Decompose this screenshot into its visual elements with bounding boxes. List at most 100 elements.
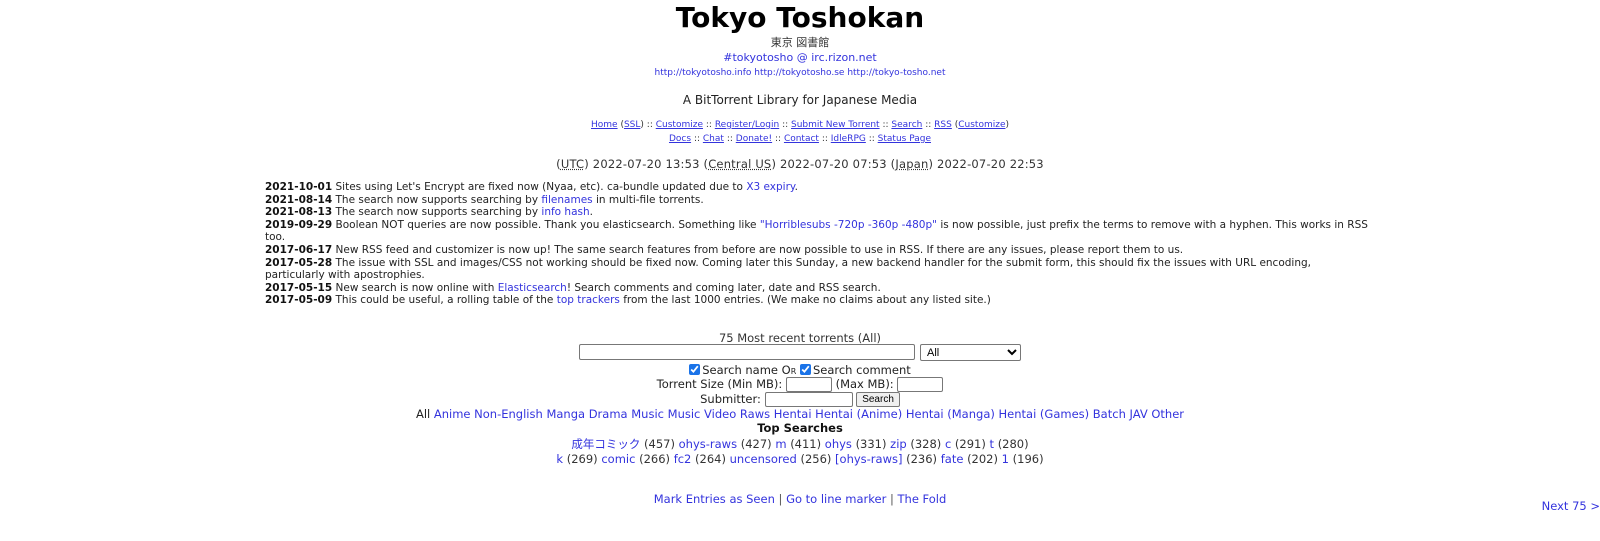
- top-search-count: (202): [967, 452, 998, 466]
- top-search-term[interactable]: uncensored: [730, 452, 797, 466]
- category-link[interactable]: Hentai (Games): [999, 407, 1090, 421]
- top-search-term[interactable]: ohys: [825, 437, 852, 451]
- nav-chat[interactable]: Chat: [703, 134, 724, 144]
- nav-separator: ::: [705, 120, 712, 130]
- top-search-term[interactable]: m: [775, 437, 786, 451]
- top-search-term[interactable]: t: [990, 437, 995, 451]
- submitter-row: Submitter: Search: [0, 392, 1600, 407]
- nav-contact[interactable]: Contact: [784, 134, 819, 144]
- nav-submit-torrent[interactable]: Submit New Torrent: [791, 120, 880, 130]
- nav-register-login[interactable]: Register/Login: [715, 120, 779, 130]
- mirror-link-info[interactable]: http://tokyotosho.info: [655, 68, 752, 78]
- central-us-label: Central US: [708, 157, 772, 171]
- nav-separator: ::: [693, 134, 701, 144]
- top-search-term[interactable]: comic: [601, 452, 635, 466]
- go-to-line-marker-link[interactable]: Go to line marker: [786, 492, 886, 506]
- top-search-term[interactable]: [ohys-raws]: [835, 452, 902, 466]
- category-link[interactable]: Drama: [589, 407, 628, 421]
- central-us-time: 2022-07-20 07:53: [779, 157, 887, 171]
- category-links: All Anime Non-English Manga Drama Music …: [0, 407, 1600, 421]
- top-search-term[interactable]: ohys-raws: [679, 437, 737, 451]
- next-page-link[interactable]: Next 75 >: [1542, 499, 1600, 513]
- mirror-link-net[interactable]: http://tokyo-tosho.net: [847, 68, 945, 78]
- search-button[interactable]: Search: [856, 392, 900, 407]
- news-text: This could be useful, a rolling table of…: [335, 294, 557, 307]
- news-text: ! Search comments and coming later, date…: [566, 281, 881, 294]
- category-link[interactable]: Non-English: [474, 407, 543, 421]
- news-item: 2017-05-15 New search is now online with…: [265, 282, 1370, 295]
- category-select[interactable]: All: [920, 344, 1021, 361]
- category-link[interactable]: Hentai (Anime): [815, 407, 902, 421]
- nav-rss[interactable]: RSS: [934, 120, 952, 130]
- nav-separator: ::: [925, 120, 932, 130]
- news-item: 2019-09-29 Boolean NOT queries are now p…: [265, 219, 1370, 244]
- top-search-count: (328): [910, 437, 942, 451]
- top-searches-row: 成年コミック (457) ohys-raws (427) m (411) ohy…: [0, 436, 1600, 452]
- news-link[interactable]: Elasticsearch: [498, 282, 567, 294]
- mark-entries-seen-link[interactable]: Mark Entries as Seen: [654, 492, 775, 506]
- search-row: All: [579, 344, 1039, 364]
- top-search-term[interactable]: 成年コミック: [571, 437, 640, 451]
- news-text: .: [589, 206, 593, 219]
- top-search-term[interactable]: fc2: [674, 452, 692, 466]
- news-text: The search now supports searching by: [335, 206, 542, 219]
- category-link[interactable]: Other: [1151, 407, 1184, 421]
- the-fold-link[interactable]: The Fold: [898, 492, 947, 506]
- search-name-checkbox[interactable]: [689, 364, 701, 375]
- irc-link[interactable]: #tokyotosho @ irc.rizon.net: [723, 51, 876, 64]
- min-size-input[interactable]: [785, 377, 832, 392]
- top-search-count: (196): [1012, 452, 1044, 466]
- top-search-term[interactable]: zip: [890, 437, 907, 451]
- nav-donate[interactable]: Donate!: [736, 134, 772, 144]
- news-link[interactable]: X3 expiry: [746, 181, 794, 193]
- category-link[interactable]: Music: [631, 407, 664, 421]
- news-date: 2017-05-09: [265, 294, 333, 307]
- news-text: .: [794, 181, 798, 193]
- news-link[interactable]: info hash: [541, 206, 589, 218]
- secondary-nav: Docs :: Chat :: Donate! :: Contact :: Id…: [0, 134, 1600, 144]
- top-searches-row: k (269) comic (266) fc2 (264) uncensored…: [0, 452, 1600, 466]
- mirror-links: http://tokyotosho.info http://tokyotosho…: [0, 68, 1600, 78]
- nav-status-page[interactable]: Status Page: [878, 134, 931, 144]
- news-item: 2017-05-28 The issue with SSL and images…: [265, 257, 1370, 282]
- category-link[interactable]: Hentai (Manga): [906, 407, 995, 421]
- category-link[interactable]: Anime: [434, 407, 471, 421]
- news-link[interactable]: "Horriblesubs -720p -360p -480p": [760, 219, 937, 231]
- news-link[interactable]: filenames: [541, 194, 592, 206]
- nav-docs[interactable]: Docs: [669, 134, 691, 144]
- category-link[interactable]: Music Video: [668, 407, 737, 421]
- news-list: 2021-10-01 Sites using Let's Encrypt are…: [265, 181, 1370, 307]
- nav-separator: ::: [646, 120, 653, 130]
- category-link[interactable]: Raws: [740, 407, 770, 421]
- submitter-input[interactable]: [764, 392, 853, 407]
- news-item: 2021-08-14 The search now supports searc…: [265, 194, 1370, 207]
- top-searches-title: Top Searches: [757, 421, 843, 435]
- search-input[interactable]: [579, 344, 915, 360]
- news-date: 2017-05-15: [265, 281, 333, 294]
- search-comment-checkbox[interactable]: [799, 364, 811, 375]
- news-date: 2021-08-13: [265, 206, 333, 219]
- footer-separator: |: [778, 492, 783, 506]
- nav-home[interactable]: Home: [591, 120, 618, 130]
- top-search-term[interactable]: k: [556, 452, 563, 466]
- news-text: New RSS feed and customizer is now up! T…: [335, 243, 1184, 256]
- nav-rss-customize[interactable]: Customize: [958, 120, 1005, 130]
- nav-idlerpg[interactable]: IdleRPG: [831, 134, 866, 144]
- news-link[interactable]: top trackers: [557, 294, 620, 306]
- category-link[interactable]: JAV: [1130, 407, 1148, 421]
- mirror-link-se[interactable]: http://tokyotosho.se: [754, 68, 844, 78]
- category-link[interactable]: Batch: [1093, 407, 1126, 421]
- nav-customize[interactable]: Customize: [656, 120, 703, 130]
- max-size-input[interactable]: [897, 377, 944, 392]
- nav-ssl[interactable]: SSL: [624, 120, 640, 130]
- top-search-term[interactable]: fate: [941, 452, 964, 466]
- category-link[interactable]: Manga: [546, 407, 585, 421]
- nav-separator: ::: [726, 134, 733, 144]
- top-search-term[interactable]: 1: [1002, 452, 1009, 466]
- japan-time: 2022-07-20 22:53: [937, 157, 1044, 171]
- news-date: 2017-06-17: [265, 243, 333, 256]
- footer-separator: |: [889, 492, 894, 506]
- top-search-term[interactable]: c: [945, 437, 951, 451]
- nav-search[interactable]: Search: [891, 120, 922, 130]
- category-link[interactable]: Hentai: [774, 407, 812, 421]
